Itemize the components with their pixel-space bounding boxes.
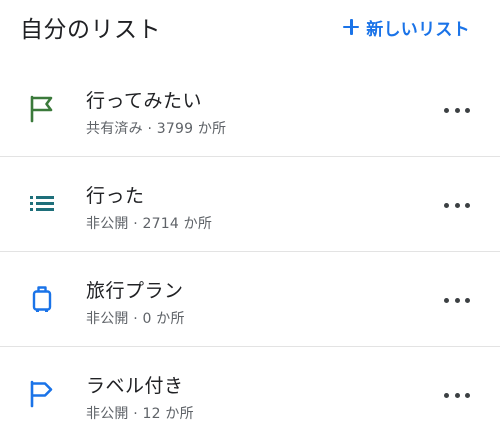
list-icon	[27, 189, 57, 219]
list-title: ラベル付き	[86, 375, 184, 397]
my-lists-page: 自分のリスト 新しいリスト 行ってみたい 共有済み · 3799 か所 行った …	[0, 0, 500, 430]
more-dot	[444, 202, 449, 208]
more-options-button[interactable]	[444, 290, 470, 310]
header: 自分のリスト 新しいリスト	[0, 0, 500, 56]
flag-icon	[27, 94, 57, 124]
list-subtitle: 共有済み · 3799 か所	[86, 121, 227, 137]
list-title: 旅行プラン	[86, 280, 184, 302]
list-item-labeled[interactable]: ラベル付き 非公開 · 12 か所	[0, 347, 500, 430]
more-options-button[interactable]	[444, 385, 470, 405]
saved-lists: 行ってみたい 共有済み · 3799 か所 行った 非公開 · 2714 か所 …	[0, 62, 500, 430]
more-dot	[454, 107, 460, 113]
list-item-visited[interactable]: 行った 非公開 · 2714 か所	[0, 157, 500, 252]
more-dot	[444, 392, 449, 398]
list-subtitle: 非公開 · 12 か所	[86, 406, 194, 422]
more-dot	[444, 297, 449, 303]
list-title: 行ってみたい	[86, 90, 203, 112]
more-options-button[interactable]	[444, 100, 470, 120]
more-dot	[465, 107, 470, 113]
suitcase-icon	[27, 284, 57, 314]
new-list-button[interactable]: 新しいリスト	[343, 14, 470, 40]
more-dot	[465, 202, 470, 208]
more-dot	[444, 107, 449, 113]
list-item-want-to-go[interactable]: 行ってみたい 共有済み · 3799 か所	[0, 62, 500, 157]
list-item-travel-plans[interactable]: 旅行プラン 非公開 · 0 か所	[0, 252, 500, 347]
more-options-button[interactable]	[444, 195, 470, 215]
more-dot	[454, 297, 460, 303]
more-dot	[465, 392, 470, 398]
page-title: 自分のリスト	[20, 17, 161, 43]
more-dot	[465, 297, 470, 303]
list-title: 行った	[86, 185, 145, 207]
more-dot	[454, 392, 460, 398]
list-subtitle: 非公開 · 0 か所	[86, 311, 185, 327]
new-list-label: 新しいリスト	[366, 19, 470, 40]
label-flag-icon	[27, 379, 57, 409]
list-subtitle: 非公開 · 2714 か所	[86, 216, 213, 232]
plus-icon	[343, 19, 360, 35]
more-dot	[454, 202, 460, 208]
